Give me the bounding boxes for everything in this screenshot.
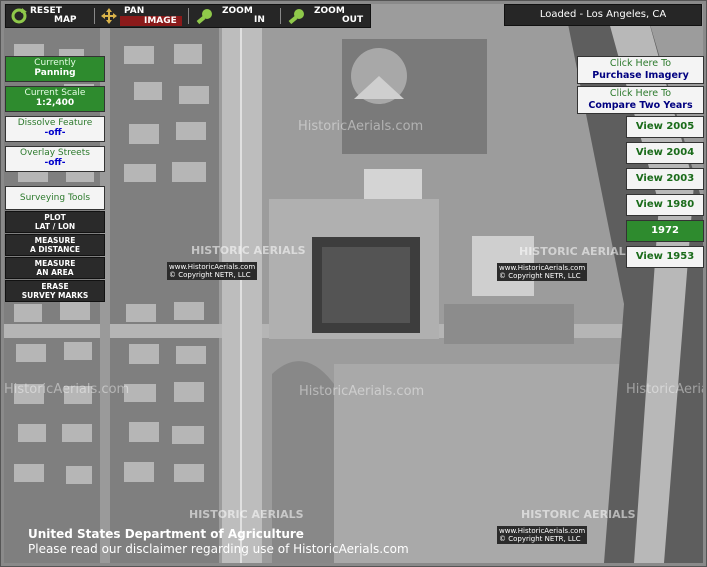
location-status: Loaded - Los Angeles, CA bbox=[504, 4, 702, 26]
toolbar-divider bbox=[94, 8, 95, 24]
year-1980-button[interactable]: View 1980 bbox=[626, 194, 704, 216]
year-2004-button[interactable]: View 2004 bbox=[626, 142, 704, 164]
surveying-tools-header: Surveying Tools bbox=[5, 186, 105, 210]
watermark-site: HistoricAerials.com bbox=[298, 119, 424, 134]
watermark-copyright-text: © Copyright NETR, LLC bbox=[499, 535, 581, 543]
watermark-brand: HISTORIC AERIALS bbox=[189, 508, 304, 521]
magnifier-plus-icon bbox=[196, 9, 212, 25]
toolbar-divider bbox=[280, 8, 281, 24]
dissolve-feature-toggle[interactable]: Dissolve Feature -off- bbox=[5, 116, 105, 142]
current-scale-value: 1:2,400 bbox=[35, 98, 75, 108]
watermark-url: www.HistoricAerials.com bbox=[499, 264, 586, 272]
current-mode-value: Panning bbox=[34, 68, 76, 78]
watermark-site: HistoricAerials.com bbox=[4, 382, 130, 397]
pan-image-button[interactable]: PAN IMAGE bbox=[96, 5, 184, 27]
measure-distance-button[interactable]: MEASURE A DISTANCE bbox=[5, 234, 105, 256]
watermark-copyright: www.HistoricAerials.com © Copyright NETR… bbox=[167, 262, 258, 280]
current-mode-box: Currently Panning bbox=[5, 56, 105, 82]
overlay-streets-value: -off- bbox=[44, 158, 66, 168]
erase-survey-marks-button[interactable]: ERASE SURVEY MARKS bbox=[5, 280, 105, 302]
year-2003-button[interactable]: View 2003 bbox=[626, 168, 704, 190]
plot-lat-lon-button[interactable]: PLOT LAT / LON bbox=[5, 211, 105, 233]
overlay-streets-label: Overlay Streets bbox=[20, 148, 90, 158]
refresh-icon bbox=[11, 8, 27, 24]
toolbar-divider bbox=[188, 8, 189, 24]
watermark-url: www.HistoricAerials.com bbox=[499, 527, 586, 535]
year-2005-button[interactable]: View 2005 bbox=[626, 116, 704, 138]
watermark-url: www.HistoricAerials.com bbox=[169, 263, 256, 271]
overlay-streets-toggle[interactable]: Overlay Streets -off- bbox=[5, 146, 105, 172]
current-scale-label: Current Scale bbox=[24, 88, 86, 98]
disclaimer-link[interactable]: Please read our disclaimer regarding use… bbox=[28, 542, 409, 556]
agency-credit: United States Department of Agriculture bbox=[28, 527, 304, 541]
current-scale-box: Current Scale 1:2,400 bbox=[5, 86, 105, 112]
reset-map-button[interactable]: RESET MAP bbox=[6, 5, 92, 27]
dissolve-feature-label: Dissolve Feature bbox=[17, 118, 93, 128]
compare-years-button[interactable]: Click Here To Compare Two Years bbox=[577, 86, 704, 114]
zoom-in-button[interactable]: ZOOM IN bbox=[192, 5, 276, 27]
zoom-out-button[interactable]: ZOOM OUT bbox=[284, 5, 370, 27]
watermark-site: HistoricAerials.com bbox=[626, 382, 703, 397]
measure-area-button[interactable]: MEASURE AN AREA bbox=[5, 257, 105, 279]
pan-arrows-icon bbox=[101, 8, 117, 24]
watermark-brand: HISTORIC AERIALS bbox=[191, 244, 306, 257]
dissolve-feature-value: -off- bbox=[44, 128, 66, 138]
year-1953-button[interactable]: View 1953 bbox=[626, 246, 704, 268]
map-toolbar: RESET MAP PAN IMAGE ZOOM IN ZOOM OUT bbox=[5, 4, 371, 28]
watermark-brand: HISTORIC AERIALS bbox=[521, 508, 636, 521]
watermark-copyright: www.HistoricAerials.com © Copyright NETR… bbox=[497, 263, 588, 281]
watermark-copyright-text: © Copyright NETR, LLC bbox=[499, 272, 581, 280]
app-window: HistoricAerials.com HistoricAerials.com … bbox=[0, 0, 707, 567]
purchase-imagery-button[interactable]: Click Here To Purchase Imagery bbox=[577, 56, 704, 84]
watermark-brand: HISTORIC AERIALS bbox=[519, 245, 634, 258]
magnifier-minus-icon bbox=[288, 9, 304, 25]
watermark-site: HistoricAerials.com bbox=[299, 384, 425, 399]
watermark-copyright-text: © Copyright NETR, LLC bbox=[169, 271, 251, 279]
year-1972-button[interactable]: 1972 bbox=[626, 220, 704, 242]
current-mode-label: Currently bbox=[34, 58, 76, 68]
watermark-copyright: www.HistoricAerials.com © Copyright NETR… bbox=[497, 526, 588, 544]
